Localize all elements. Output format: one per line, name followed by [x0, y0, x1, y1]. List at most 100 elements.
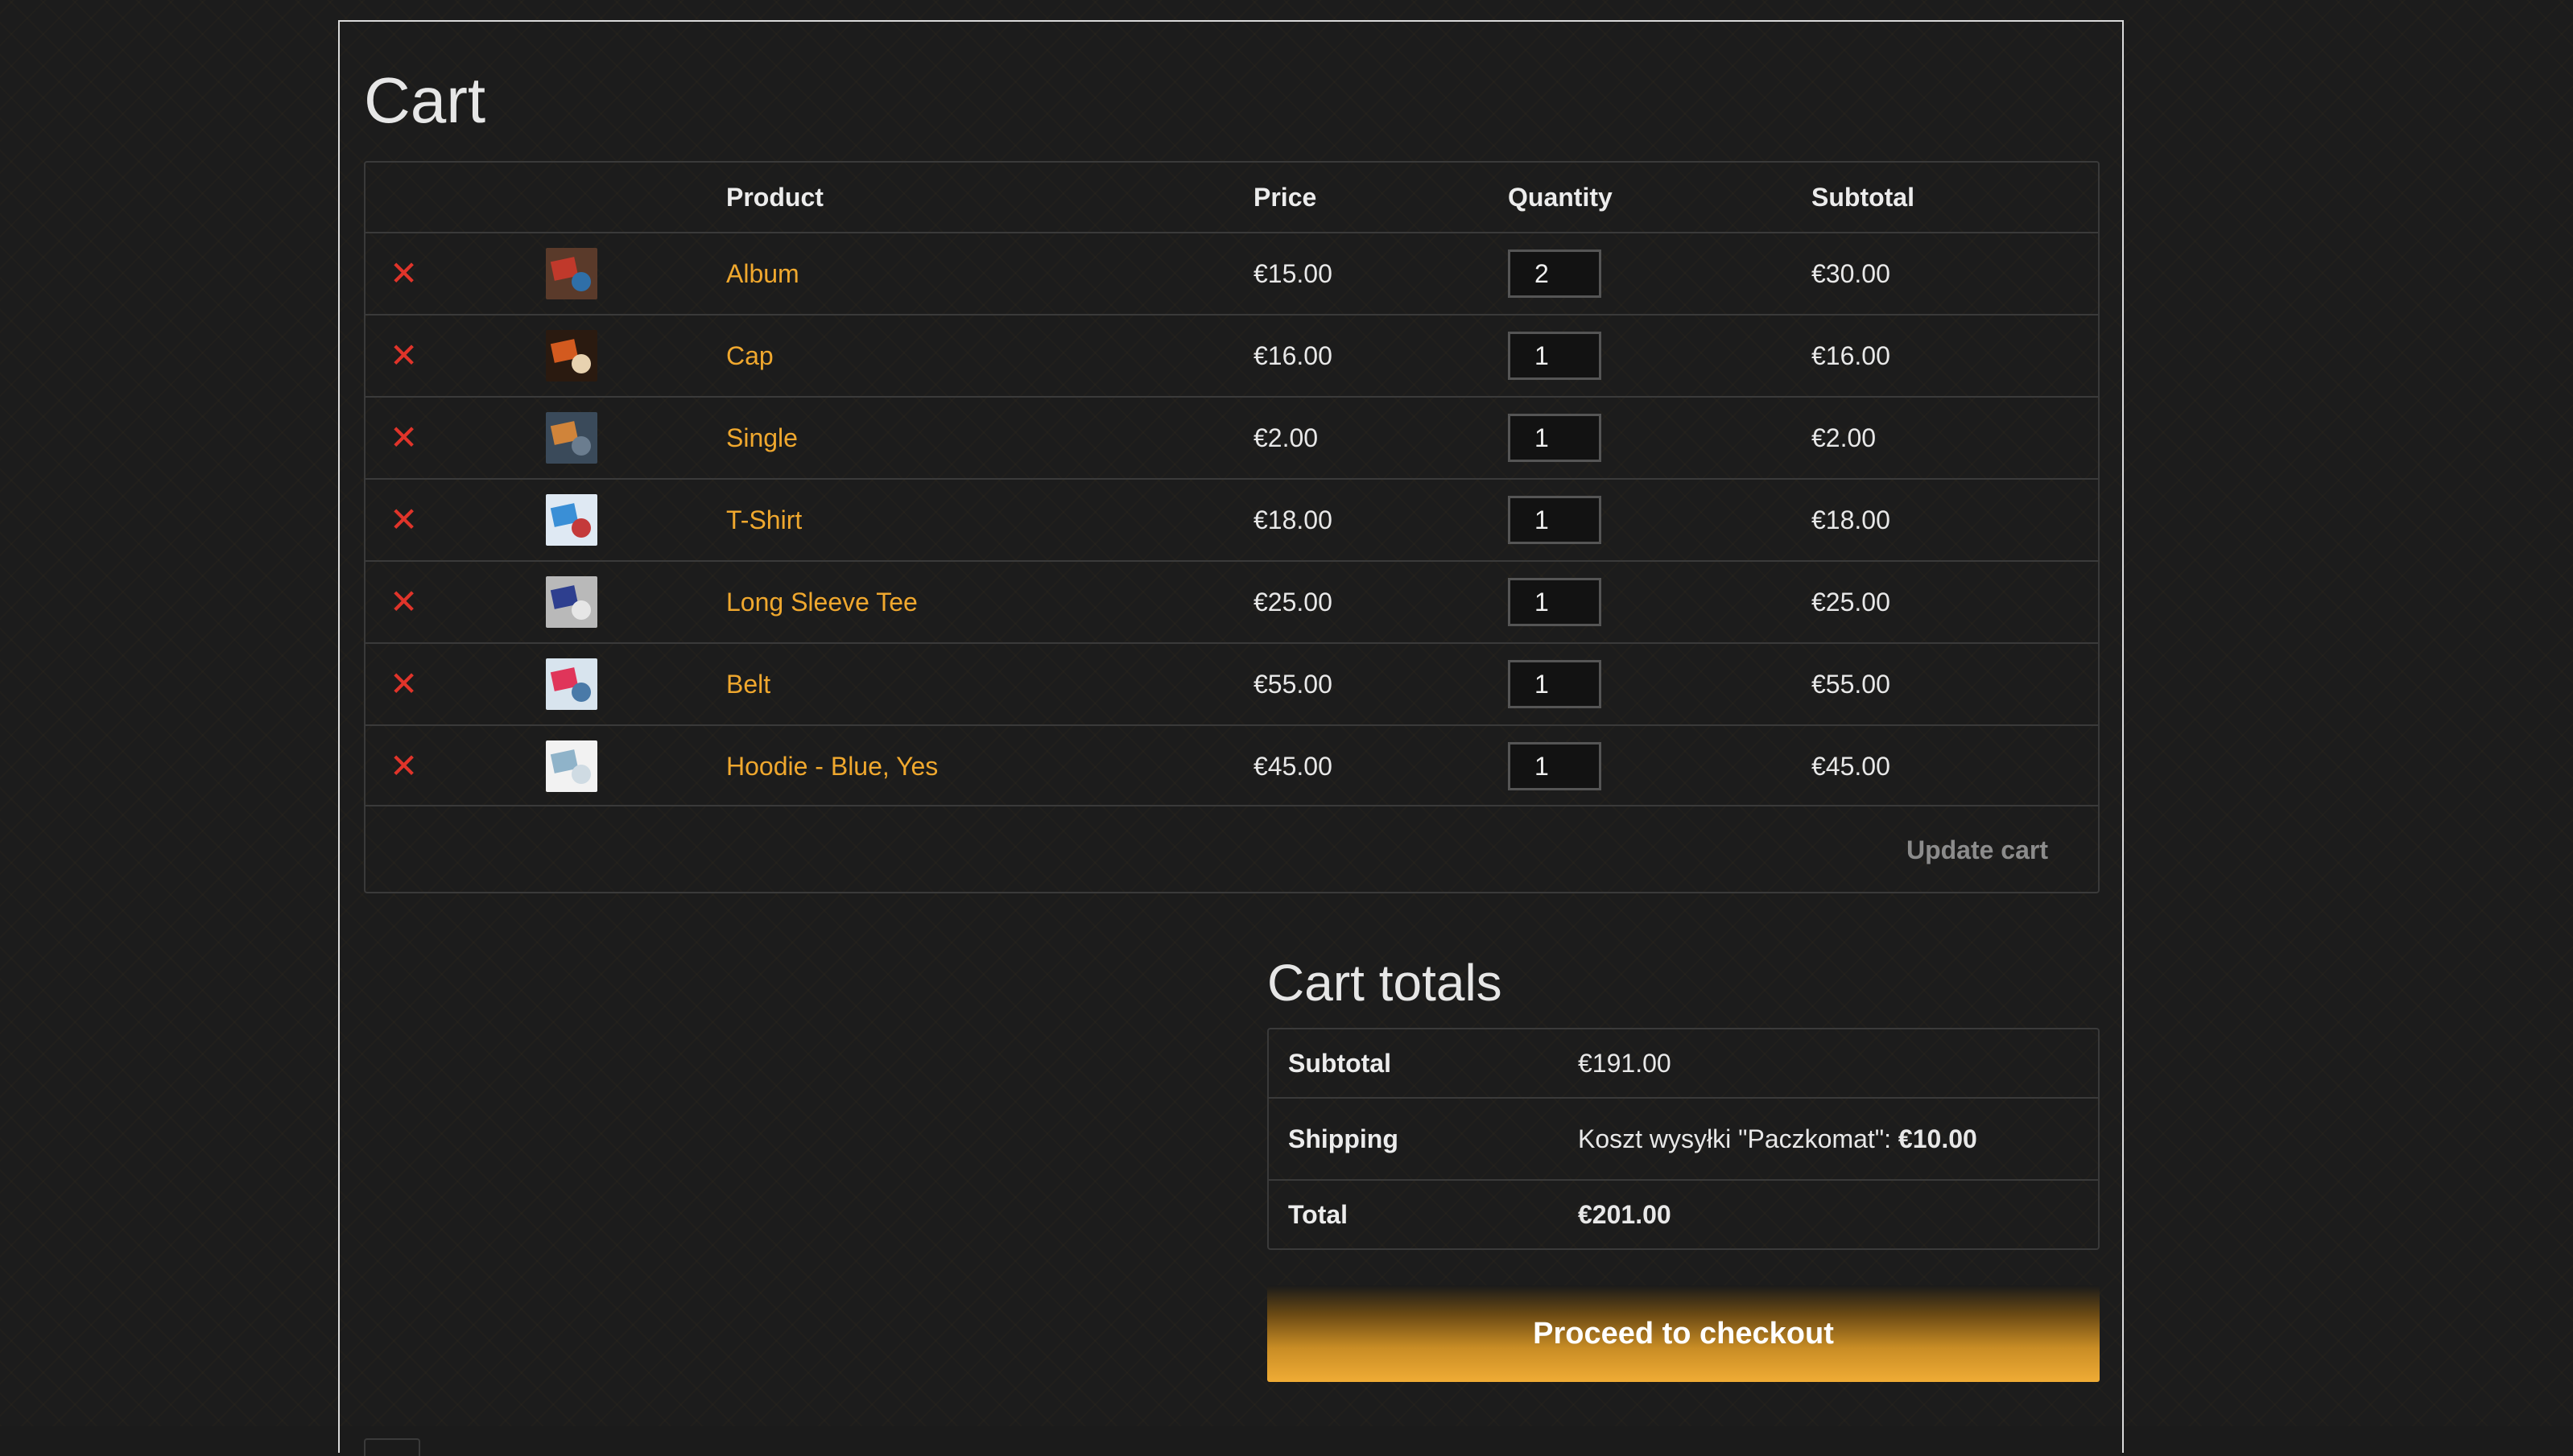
quantity-input[interactable]: 1	[1508, 414, 1601, 462]
cart-table-header: Product Price Quantity Subtotal	[366, 163, 2098, 232]
proceed-to-checkout-button[interactable]: Proceed to checkout	[1267, 1285, 2100, 1382]
quantity-input[interactable]: 1	[1508, 660, 1601, 708]
product-thumbnail[interactable]	[546, 494, 597, 546]
update-cart-button[interactable]: Update cart	[1902, 831, 2053, 869]
header-subtotal: Subtotal	[1811, 182, 1914, 212]
totals-subtotal-label: Subtotal	[1288, 1048, 1391, 1078]
totals-total-value: €201.00	[1578, 1199, 1671, 1229]
cart-page: Cart Product Price Quantity Subtotal ✕ Al…	[338, 20, 2124, 1456]
quantity-cell: 1	[1508, 480, 1749, 560]
product-subtotal: €18.00	[1811, 505, 1890, 534]
quantity-cell: 1	[1508, 316, 1749, 396]
product-thumbnail[interactable]	[546, 330, 597, 382]
product-thumbnail[interactable]	[546, 576, 597, 628]
cart-totals-table: Subtotal €191.00 Shipping Koszt wysyłki …	[1267, 1028, 2100, 1250]
product-subtotal: €45.00	[1811, 751, 1890, 781]
product-thumbnail-cell	[546, 726, 602, 806]
quantity-input[interactable]: 2	[1508, 250, 1601, 298]
footer-element-edge	[364, 1438, 420, 1456]
product-subtotal: €16.00	[1811, 340, 1890, 370]
quantity-cell: 1	[1508, 644, 1749, 724]
product-link[interactable]: Single	[726, 423, 798, 453]
quantity-cell: 1	[1508, 726, 1749, 806]
product-thumbnail[interactable]	[546, 658, 597, 710]
product-link[interactable]: Album	[726, 259, 799, 289]
cart-totals-title: Cart totals	[1267, 954, 1502, 1012]
shipping-method-text: Koszt wysyłki "Paczkomat":	[1578, 1124, 1898, 1153]
cart-item-row: ✕ Long Sleeve Tee €25.00 1 €25.00	[366, 560, 2098, 642]
remove-cell: ✕	[390, 726, 438, 806]
cart-actions: Update cart	[366, 805, 2098, 892]
totals-shipping-label: Shipping	[1288, 1124, 1398, 1153]
product-thumbnail-cell	[546, 316, 602, 396]
product-subtotal: €2.00	[1811, 423, 1877, 452]
totals-subtotal-value: €191.00	[1578, 1048, 1671, 1078]
cart-table: Product Price Quantity Subtotal ✕ Album €1…	[364, 161, 2100, 893]
product-thumbnail-cell	[546, 562, 602, 642]
cart-item-row: ✕ Single €2.00 1 €2.00	[366, 396, 2098, 478]
product-link[interactable]: Belt	[726, 670, 770, 699]
product-name-cell: Cap	[726, 316, 1209, 396]
header-price: Price	[1253, 182, 1317, 212]
remove-cell: ✕	[390, 233, 438, 314]
product-subtotal: €25.00	[1811, 587, 1890, 617]
product-name-cell: Belt	[726, 644, 1209, 724]
product-thumbnail-cell	[546, 644, 602, 724]
product-price: €16.00	[1253, 340, 1332, 370]
remove-cell: ✕	[390, 644, 438, 724]
product-name-cell: Single	[726, 398, 1209, 478]
product-price: €18.00	[1253, 505, 1332, 534]
quantity-input[interactable]: 1	[1508, 332, 1601, 380]
cart-item-row: ✕ Belt €55.00 1 €55.00	[366, 642, 2098, 724]
remove-item-icon[interactable]: ✕	[390, 339, 418, 373]
remove-cell: ✕	[390, 480, 438, 560]
remove-cell: ✕	[390, 316, 438, 396]
header-quantity: Quantity	[1508, 182, 1613, 212]
totals-shipping-value: Koszt wysyłki "Paczkomat": €10.00	[1578, 1099, 1977, 1179]
quantity-cell: 2	[1508, 233, 1749, 314]
product-thumbnail[interactable]	[546, 412, 597, 464]
product-thumbnail-cell	[546, 480, 602, 560]
remove-item-icon[interactable]: ✕	[390, 503, 418, 537]
quantity-input[interactable]: 1	[1508, 742, 1601, 790]
page-title: Cart	[364, 64, 486, 136]
product-name-cell: T-Shirt	[726, 480, 1209, 560]
product-thumbnail[interactable]	[546, 248, 597, 299]
header-product: Product	[726, 182, 824, 212]
product-price: €15.00	[1253, 258, 1332, 288]
product-name-cell: Album	[726, 233, 1209, 314]
remove-item-icon[interactable]: ✕	[390, 585, 418, 619]
cart-item-row: ✕ Hoodie - Blue, Yes €45.00 1 €45.00	[366, 724, 2098, 806]
product-subtotal: €55.00	[1811, 669, 1890, 699]
product-link[interactable]: Cap	[726, 341, 774, 371]
shipping-cost: €10.00	[1898, 1124, 1977, 1153]
remove-item-icon[interactable]: ✕	[390, 667, 418, 701]
product-link[interactable]: T-Shirt	[726, 505, 802, 535]
product-price: €2.00	[1253, 423, 1319, 452]
product-thumbnail-cell	[546, 398, 602, 478]
product-link[interactable]: Long Sleeve Tee	[726, 588, 918, 617]
remove-cell: ✕	[390, 562, 438, 642]
quantity-cell: 1	[1508, 562, 1749, 642]
quantity-input[interactable]: 1	[1508, 496, 1601, 544]
product-name-cell: Long Sleeve Tee	[726, 562, 1209, 642]
cart-item-row: ✕ Cap €16.00 1 €16.00	[366, 314, 2098, 396]
totals-subtotal-row: Subtotal €191.00	[1269, 1029, 2098, 1097]
product-price: €45.00	[1253, 751, 1332, 781]
product-link[interactable]: Hoodie - Blue, Yes	[726, 752, 938, 782]
remove-item-icon[interactable]: ✕	[390, 257, 418, 291]
totals-shipping-row: Shipping Koszt wysyłki "Paczkomat": €10.…	[1269, 1097, 2098, 1179]
remove-item-icon[interactable]: ✕	[390, 749, 418, 783]
product-thumbnail-cell	[546, 233, 602, 314]
totals-total-label: Total	[1288, 1199, 1348, 1229]
totals-total-row: Total €201.00	[1269, 1179, 2098, 1248]
remove-item-icon[interactable]: ✕	[390, 421, 418, 455]
cart-item-row: ✕ Album €15.00 2 €30.00	[366, 232, 2098, 314]
product-subtotal: €30.00	[1811, 258, 1890, 288]
product-name-cell: Hoodie - Blue, Yes	[726, 726, 1209, 806]
product-price: €55.00	[1253, 669, 1332, 699]
quantity-input[interactable]: 1	[1508, 578, 1601, 626]
quantity-cell: 1	[1508, 398, 1749, 478]
product-thumbnail[interactable]	[546, 740, 597, 792]
product-price: €25.00	[1253, 587, 1332, 617]
